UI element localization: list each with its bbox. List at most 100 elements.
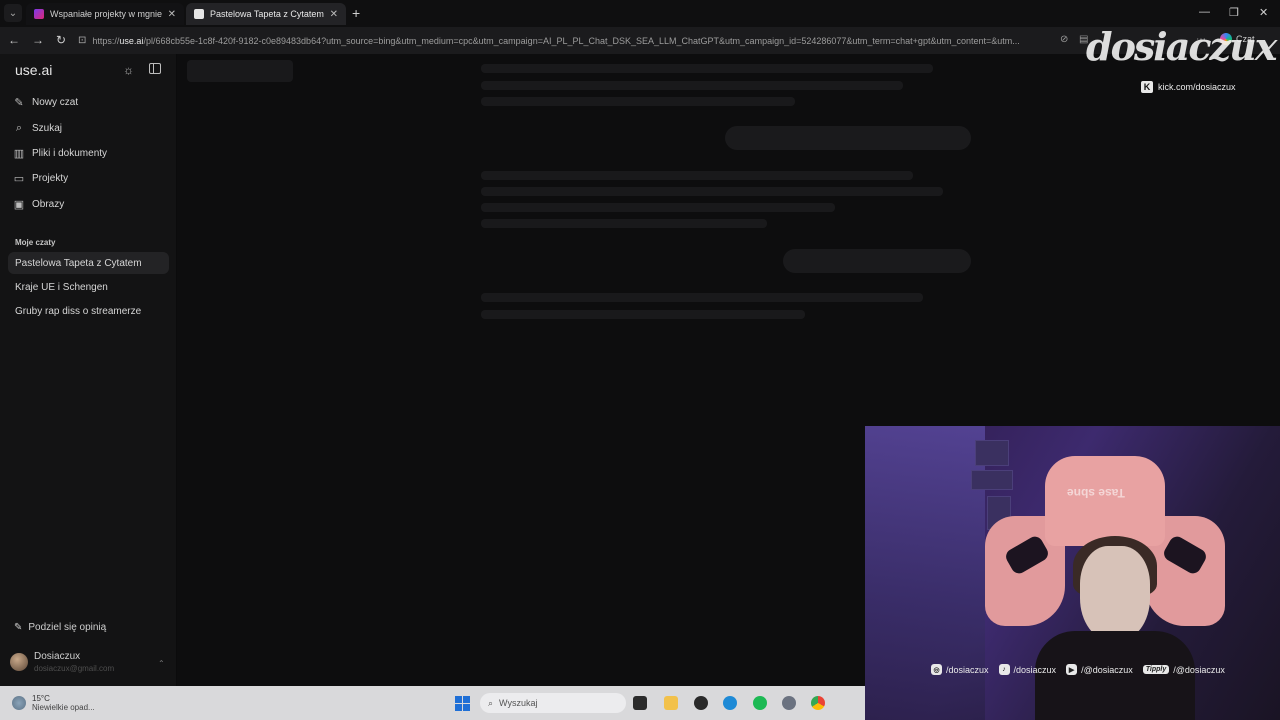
nav-search[interactable]: ⌕ Szukaj <box>13 118 62 138</box>
chat-label: Pastelowa Tapeta z Cytatem <box>15 257 142 269</box>
social-handle: /dosiaczux <box>946 664 989 675</box>
tiktok-icon: ♪ <box>998 664 1010 675</box>
skeleton-line <box>481 171 913 180</box>
section-label: Moje czaty <box>15 238 56 247</box>
image-icon: ▣ <box>13 198 25 211</box>
spotify-icon[interactable] <box>753 696 767 710</box>
browser-tab-1[interactable]: Wspaniałe projekty w mgnieniu oka ✕ <box>26 3 184 25</box>
brand-logo[interactable]: use.ai <box>15 62 52 78</box>
windows-logo-pane <box>455 696 462 703</box>
tab-title: Pastelowa Tapeta z Cytatem | Use <box>210 9 324 19</box>
theme-toggle-icon[interactable]: ☼ <box>123 63 134 77</box>
weather-desc: Niewielkie opad... <box>32 703 95 712</box>
search-icon: ⌕ <box>15 121 23 134</box>
social-handles: ◎ /dosiaczux ♪ /dosiaczux ▶ /@dosiaczux … <box>931 664 1225 675</box>
weather-icon <box>12 696 26 710</box>
social-instagram: ◎ /dosiaczux <box>931 664 989 675</box>
social-tipply: Tipply /@dosiaczux <box>1142 664 1225 675</box>
person-face <box>1080 546 1150 641</box>
skeleton-user-bubble <box>783 249 971 273</box>
feedback-button[interactable]: ✎ Podziel się opinią <box>14 622 106 633</box>
avatar <box>10 653 28 671</box>
skeleton-line <box>481 203 835 212</box>
skeleton-line <box>481 219 767 228</box>
edit-icon: ✎ <box>14 96 24 109</box>
reload-icon[interactable]: ↻ <box>56 33 66 47</box>
minimize-icon[interactable]: — <box>1199 6 1210 18</box>
forward-icon[interactable]: → <box>32 33 44 47</box>
chevron-updown-icon[interactable]: ⌃ <box>158 659 165 668</box>
chair-brand-text: Tase sbne <box>1067 486 1125 500</box>
user-menu[interactable]: Dosiaczux dosiaczux@gmail.com <box>10 651 114 673</box>
library-icon: ▥ <box>13 147 25 160</box>
nav-label: Szukaj <box>32 122 63 134</box>
social-handle: /@dosiaczux <box>1081 664 1133 675</box>
weather-widget[interactable]: 15°C Niewielkie opad... <box>12 694 95 712</box>
kick-url: kick.com/dosiaczux <box>1158 82 1236 92</box>
social-handle: /dosiaczux <box>1013 664 1057 675</box>
obs-icon[interactable] <box>694 696 708 710</box>
tab-list-button[interactable]: ⌄ <box>4 4 22 22</box>
skeleton-title <box>187 60 293 82</box>
nav-label: Obrazy <box>32 198 65 210</box>
user-email: dosiaczux@gmail.com <box>34 664 115 673</box>
edge-icon[interactable] <box>723 696 737 710</box>
file-explorer-icon[interactable] <box>664 696 678 710</box>
restore-icon[interactable]: ❐ <box>1229 6 1239 19</box>
social-youtube: ▶ /@dosiaczux <box>1066 664 1133 675</box>
nav-files[interactable]: ▥ Pliki i dokumenty <box>13 143 107 163</box>
url-prefix: https:// <box>92 35 120 46</box>
taskbar-search[interactable]: ⌕ Wyszukaj <box>480 693 626 713</box>
streamer-logo: dosiaczux <box>1086 24 1277 76</box>
chair-back <box>1045 456 1165 546</box>
site-info-icon[interactable]: ⊡ <box>78 35 86 46</box>
chat-label: Gruby rap diss o streamerze <box>15 305 142 317</box>
skeleton-user-bubble <box>725 126 971 150</box>
feedback-icon: ✎ <box>14 622 23 633</box>
social-handle: /@dosiaczux <box>1173 664 1225 675</box>
instagram-icon: ◎ <box>931 664 942 675</box>
settings-icon[interactable] <box>782 696 796 710</box>
tab-strip: ⌄ Wspaniałe projekty w mgnieniu oka ✕ Pa… <box>0 0 1280 27</box>
chrome-icon[interactable] <box>811 696 825 710</box>
url-path: /pl/668cb55e-1c8f-420f-9182-c0e89483db64… <box>143 35 1020 46</box>
nav-projects[interactable]: ▭ Projekty <box>13 168 68 188</box>
chat-item[interactable]: Gruby rap diss o streamerze <box>8 300 169 322</box>
folder-icon: ▭ <box>13 172 25 185</box>
collapse-sidebar-icon[interactable] <box>149 63 161 74</box>
skeleton-line <box>481 187 943 196</box>
windows-logo-pane <box>463 704 470 711</box>
useai-favicon-icon <box>194 9 204 19</box>
url-field[interactable]: ⊡ https://use.ai/pl/668cb55e-1c8f-420f-9… <box>78 31 1058 50</box>
windows-logo-pane <box>463 696 470 703</box>
feedback-label: Podziel się opinią <box>28 622 107 633</box>
webcam-feed: Tase sbne ◎ /dosiaczux ♪ /dosiaczux ▶ /@… <box>865 426 1280 720</box>
windows-logo-pane <box>455 704 462 711</box>
canva-favicon-icon <box>34 9 44 19</box>
start-button[interactable] <box>455 696 470 711</box>
mic-off-icon[interactable]: ⊘ <box>1060 34 1068 45</box>
skeleton-line <box>481 293 923 302</box>
task-view-icon[interactable] <box>633 696 647 710</box>
youtube-icon: ▶ <box>1066 664 1078 675</box>
nav-label: Projekty <box>32 172 69 184</box>
kick-icon: K <box>1141 81 1153 93</box>
user-name: Dosiaczux <box>34 651 81 662</box>
new-tab-button[interactable]: + <box>352 5 360 21</box>
close-tab-icon[interactable]: ✕ <box>168 9 176 20</box>
search-icon: ⌕ <box>488 697 494 708</box>
browser-tab-2[interactable]: Pastelowa Tapeta z Cytatem | Use ✕ <box>186 3 346 25</box>
kick-link: K kick.com/dosiaczux <box>1141 81 1236 93</box>
close-tab-icon[interactable]: ✕ <box>330 9 338 20</box>
person-body <box>1035 631 1195 720</box>
nav-new-chat[interactable]: ✎ Nowy czat <box>13 92 78 112</box>
close-window-icon[interactable]: ✕ <box>1259 6 1268 19</box>
chat-item[interactable]: Kraje UE i Schengen <box>8 276 169 298</box>
tipply-icon: Tipply <box>1142 665 1170 674</box>
search-placeholder: Wyszukaj <box>499 698 538 708</box>
nav-images[interactable]: ▣ Obrazy <box>13 194 64 214</box>
streamer-logo-text: dosiaczux <box>1086 24 1277 69</box>
back-icon[interactable]: ← <box>8 33 20 47</box>
chat-item[interactable]: Pastelowa Tapeta z Cytatem <box>8 252 169 274</box>
nav-label: Nowy czat <box>32 96 79 108</box>
